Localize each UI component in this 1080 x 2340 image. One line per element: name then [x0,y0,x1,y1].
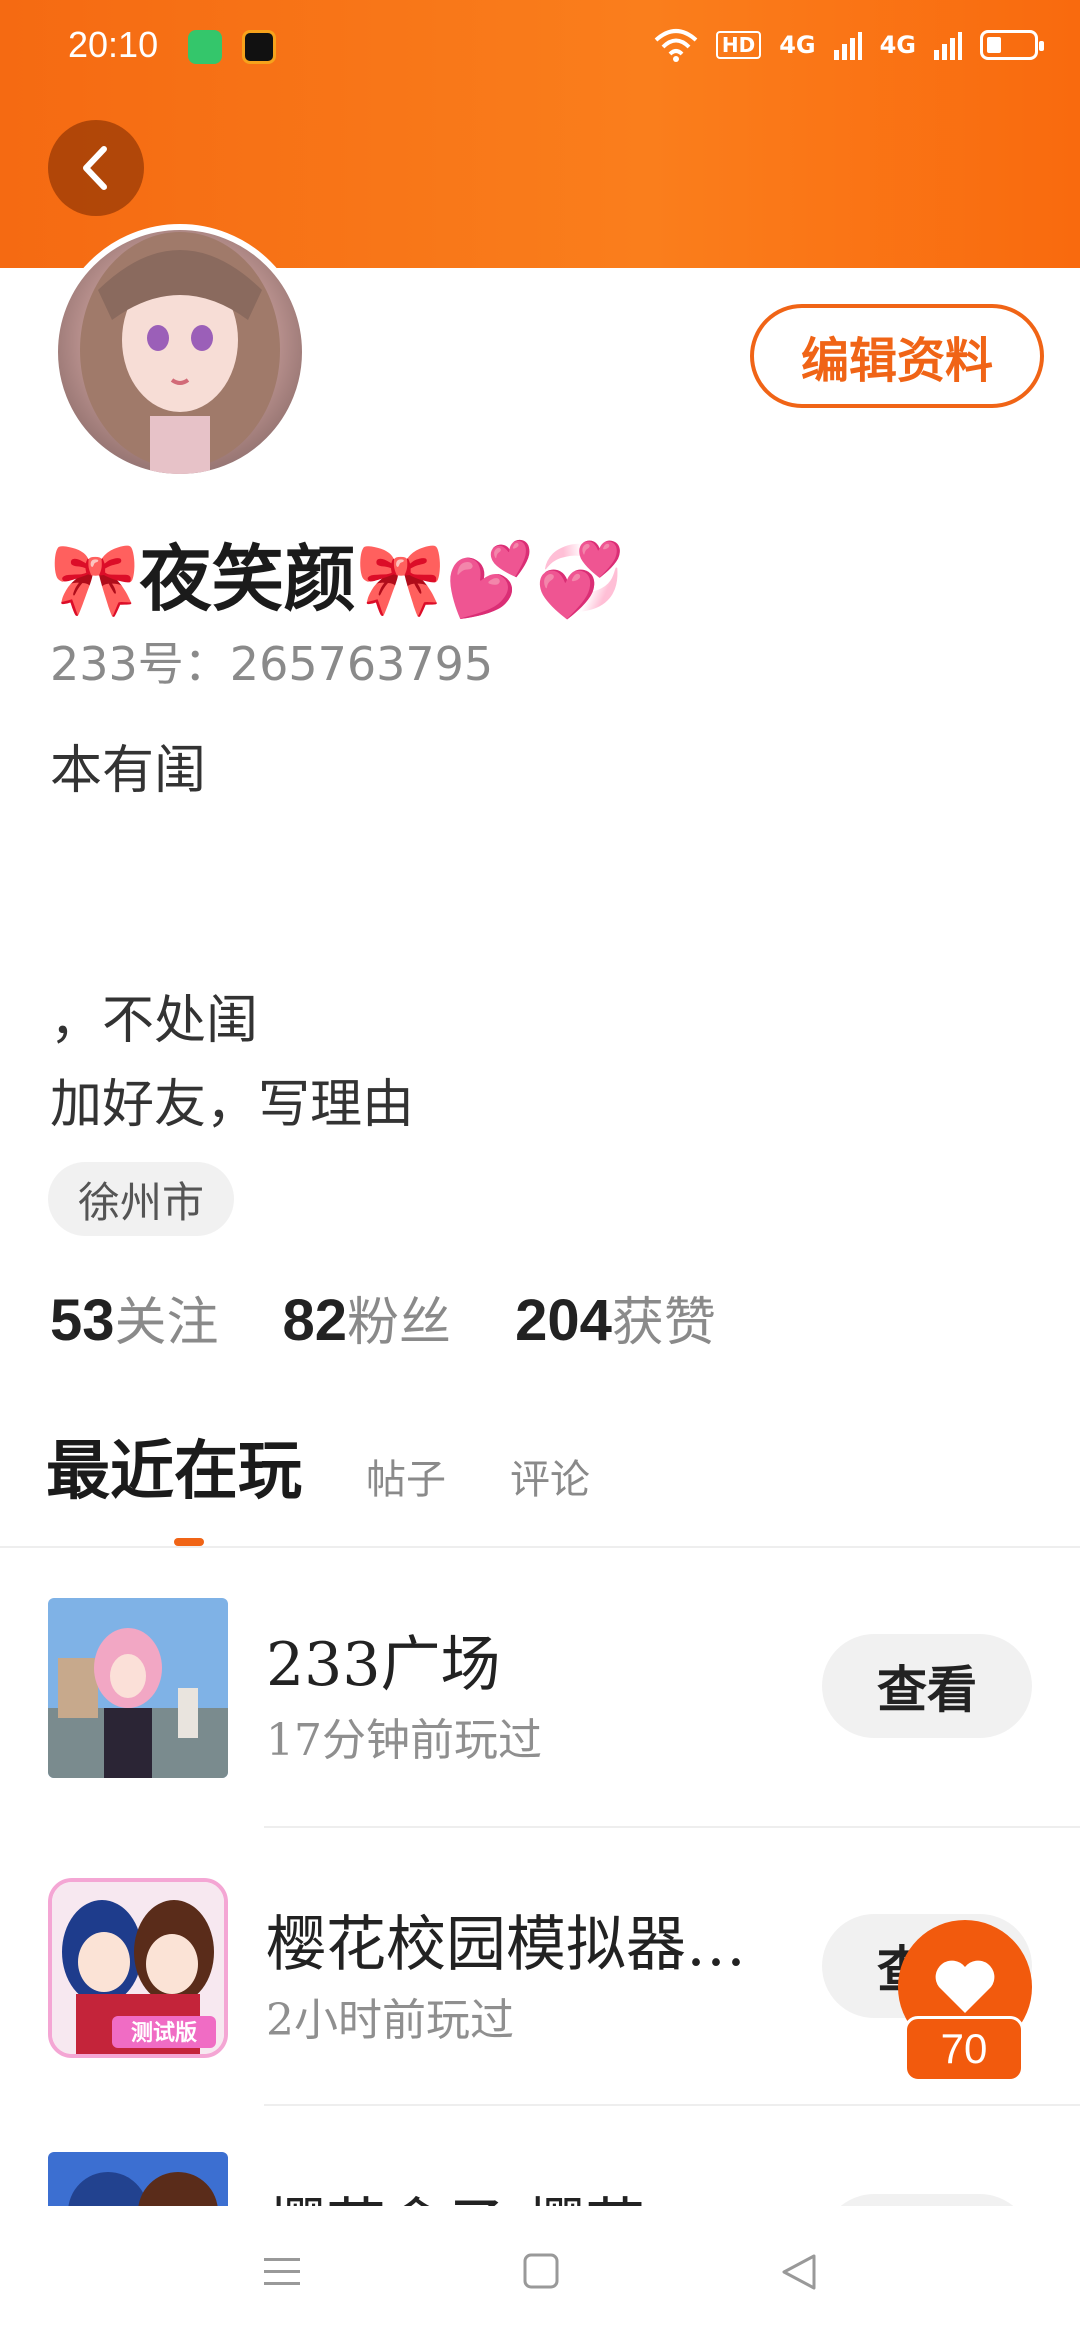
tab-active-indicator [174,1538,204,1546]
heart-icon [935,1960,995,2013]
app-notification-icon [242,30,276,64]
signal-bars-icon-2 [934,32,962,60]
stat-likes-count: 204 [515,1288,612,1353]
stat-likes[interactable]: 204 获赞 [515,1280,716,1355]
tab-recently-played[interactable]: 最近在玩 [46,1420,302,1512]
view-button[interactable]: 查看 [822,2194,1032,2206]
stat-following-label: 关注 [114,1293,219,1353]
signal-4g-1: 4G [779,31,816,59]
stat-fans-count: 82 [282,1288,348,1353]
menu-icon[interactable] [262,2252,302,2292]
game-title: 樱花校园模拟器… [266,1910,746,1980]
test-version-badge: 测试版 [131,2021,197,2046]
game-thumbnail [48,1598,228,1778]
edit-profile-button[interactable]: 编辑资料 [750,304,1044,408]
home-icon[interactable] [522,2252,560,2290]
tab-comments[interactable]: 评论 [510,1447,590,1505]
system-nav-bar [0,2206,1080,2340]
bio-line-2: ，不处闺 [50,991,259,1051]
game-list-item[interactable]: 233广场 17分钟前玩过 查看 [0,1548,1080,1828]
stats-row: 53 关注 82 粉丝 204 获赞 [50,1280,716,1355]
stat-fans[interactable]: 82 粉丝 [283,1280,452,1355]
status-indicators: HD 4G 4G [654,28,1044,62]
back-triangle-icon[interactable] [780,2252,818,2292]
game-last-played: 2小时前玩过 [266,1995,514,2046]
tab-posts[interactable]: 帖子 [366,1447,446,1505]
game-title: 233广场 [266,1630,501,1700]
game-title: 樱花盒子 樱花… [266,2178,705,2206]
stat-following-count: 53 [50,1288,115,1353]
game-last-played: 17分钟前玩过 [266,1715,542,1766]
wechat-notification-icon [188,30,222,64]
user-id: 233号：265763795 [50,637,494,691]
bio-line-3: 加好友，写理由 [50,1075,415,1135]
stat-likes-label: 获赞 [611,1293,716,1353]
stat-fans-label: 粉丝 [347,1293,452,1353]
back-icon [83,146,107,190]
stat-following[interactable]: 53 关注 [50,1280,219,1355]
signal-bars-icon [833,32,862,60]
hd-badge: HD [715,31,762,59]
floating-like-count: 70 [904,2016,1024,2082]
avatar-illustration [80,232,280,474]
bio-line-1: 本有闺 [50,741,207,801]
battery-icon [980,30,1044,60]
wifi-icon [654,29,698,62]
status-bar: 20:10 HD 4G 4G [0,0,1080,96]
game-thumbnail [48,2152,228,2206]
view-button[interactable]: 查看 [822,1634,1032,1738]
status-time: 20:10 [68,24,159,65]
game-thumbnail: 测试版 [48,1878,228,2058]
profile-tabs: 最近在玩 帖子 评论 [46,1420,590,1512]
location-chip: 徐州市 [48,1162,235,1236]
game-list-item[interactable]: 樱花盒子 樱花… 查看 [0,2104,1080,2206]
avatar[interactable] [52,224,308,480]
user-name: 🎀夜笑颜🎀💕💞 [50,536,625,621]
signal-4g-2: 4G [879,31,916,59]
back-button[interactable] [48,120,144,216]
